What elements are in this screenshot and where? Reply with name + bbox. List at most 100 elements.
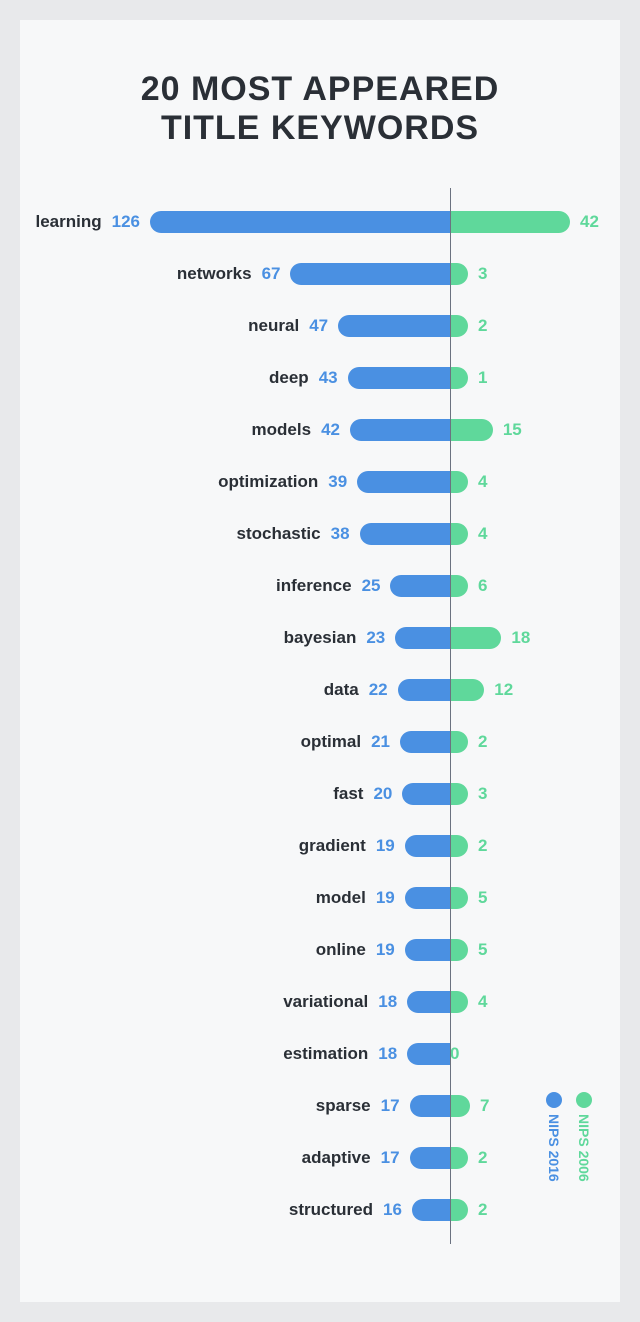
category-label: sparse	[316, 1096, 371, 1116]
bar-row: adaptive 17 2	[60, 1132, 580, 1184]
row-right: 2	[450, 300, 487, 352]
bar-left	[402, 783, 450, 805]
row-left: online19	[316, 924, 450, 976]
row-right: 4	[450, 508, 487, 560]
bar-right	[450, 419, 493, 441]
bar-right	[450, 471, 468, 493]
value-left: 19	[376, 888, 395, 908]
bar-right	[450, 1147, 468, 1169]
category-label: adaptive	[302, 1148, 371, 1168]
bar-right	[450, 783, 468, 805]
row-left: optimization 39	[218, 456, 450, 508]
bar-right	[450, 939, 468, 961]
value-right: 5	[478, 888, 487, 908]
bar-left	[398, 679, 450, 701]
row-left: networks67	[177, 248, 450, 300]
value-right: 18	[511, 628, 530, 648]
row-right: 5	[450, 872, 487, 924]
row-right: 1	[450, 352, 487, 404]
bar-right	[450, 991, 468, 1013]
value-right: 2	[478, 732, 487, 752]
row-right: 2	[450, 716, 487, 768]
value-left: 43	[319, 368, 338, 388]
category-label: neural	[248, 316, 299, 336]
value-right: 7	[480, 1096, 489, 1116]
row-left: learning 126	[36, 196, 451, 248]
bar-row: stochastic384	[60, 508, 580, 560]
center-axis	[450, 188, 451, 1244]
bar-right	[450, 523, 468, 545]
row-right: 3	[450, 768, 487, 820]
category-label: data	[324, 680, 359, 700]
category-label: estimation	[283, 1044, 368, 1064]
value-left: 67	[262, 264, 281, 284]
category-label: optimal	[301, 732, 361, 752]
bar-right	[450, 315, 468, 337]
row-left: data 22	[324, 664, 450, 716]
value-right: 4	[478, 992, 487, 1012]
row-left: gradient19	[299, 820, 450, 872]
value-left: 42	[321, 420, 340, 440]
row-right: 18	[450, 612, 530, 664]
bar-left	[405, 939, 450, 961]
value-left: 39	[328, 472, 347, 492]
bar-left	[407, 1043, 450, 1065]
bar-right	[450, 211, 570, 233]
value-left: 47	[309, 316, 328, 336]
bar-left	[405, 835, 450, 857]
value-left: 19	[376, 940, 395, 960]
bar-right	[450, 627, 501, 649]
category-label: fast	[333, 784, 363, 804]
bar-row: variational184	[60, 976, 580, 1028]
row-left: bayesian23	[284, 612, 450, 664]
row-left: model19	[316, 872, 450, 924]
bar-row: networks67 3	[60, 248, 580, 300]
value-left: 17	[381, 1096, 400, 1116]
value-right: 4	[478, 472, 487, 492]
bar-row: inference25 6	[60, 560, 580, 612]
bar-left	[400, 731, 450, 753]
row-right: 2	[450, 1184, 487, 1236]
bar-row: neural 47 2	[60, 300, 580, 352]
bar-row: model19 5	[60, 872, 580, 924]
legend-dot-green	[576, 1092, 592, 1108]
bar-left	[290, 263, 450, 285]
bar-left	[407, 991, 450, 1013]
legend: NIPS 2016 NIPS 2006	[546, 1092, 592, 1182]
bar-right	[450, 263, 468, 285]
legend-label-2006: NIPS 2006	[576, 1114, 592, 1182]
value-right: 2	[478, 836, 487, 856]
chart-card: 20 MOST APPEARED TITLE KEYWORDS learning…	[20, 20, 620, 1302]
bar-left	[410, 1147, 450, 1169]
legend-item-2006: NIPS 2006	[576, 1092, 592, 1182]
value-right: 3	[478, 264, 487, 284]
bar-row: bayesian23 18	[60, 612, 580, 664]
value-left: 38	[331, 524, 350, 544]
bar-row: fast203	[60, 768, 580, 820]
bar-row: optimal212	[60, 716, 580, 768]
legend-label-2016: NIPS 2016	[546, 1114, 562, 1182]
category-label: optimization	[218, 472, 318, 492]
category-label: models	[252, 420, 312, 440]
value-right: 12	[494, 680, 513, 700]
category-label: bayesian	[284, 628, 357, 648]
row-left: inference25	[276, 560, 450, 612]
value-right: 2	[478, 1148, 487, 1168]
bar-left	[348, 367, 450, 389]
value-left: 126	[112, 212, 140, 232]
category-label: learning	[36, 212, 102, 232]
bar-row: data 22 12	[60, 664, 580, 716]
row-right: 3	[450, 248, 487, 300]
value-left: 17	[381, 1148, 400, 1168]
value-right: 6	[478, 576, 487, 596]
value-left: 22	[369, 680, 388, 700]
bar-left	[410, 1095, 450, 1117]
value-right: 15	[503, 420, 522, 440]
value-right: 5	[478, 940, 487, 960]
row-left: sparse 17	[316, 1080, 450, 1132]
value-right: 3	[478, 784, 487, 804]
title-line-1: 20 MOST APPEARED	[141, 70, 500, 108]
bar-right	[450, 731, 468, 753]
row-left: deep43	[269, 352, 450, 404]
category-label: inference	[276, 576, 352, 596]
